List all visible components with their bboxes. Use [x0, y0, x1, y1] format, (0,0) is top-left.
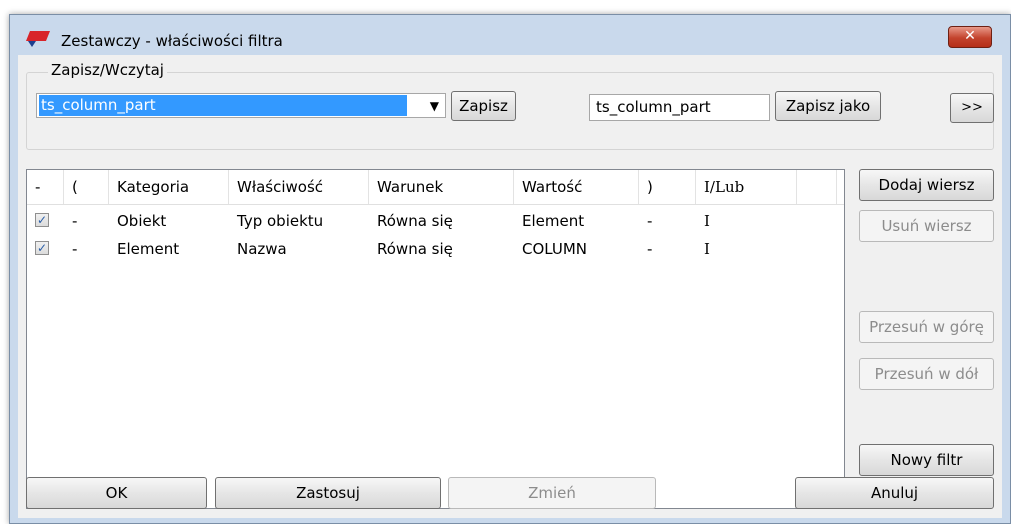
close-button[interactable]: ✕	[948, 26, 992, 48]
row-close-paren: -	[647, 212, 653, 230]
ok-button[interactable]: OK	[26, 477, 207, 509]
column-header[interactable]: (	[64, 170, 109, 204]
filter-rows-table[interactable]: - ( Kategoria Właściwość Warunek Wartość…	[26, 169, 845, 509]
column-header[interactable]: -	[27, 170, 64, 204]
row-logic: I	[704, 240, 710, 258]
table-header: - ( Kategoria Właściwość Warunek Wartość…	[27, 170, 844, 205]
add-row-button[interactable]: Dodaj wiersz	[859, 169, 994, 201]
move-down-button[interactable]: Przesuń w dół	[859, 358, 994, 390]
window-title: Zestawczy - właściwości filtra	[61, 32, 283, 50]
row-close-paren: -	[647, 240, 653, 258]
column-header[interactable]: Właściwość	[229, 170, 369, 204]
column-header[interactable]: )	[639, 170, 696, 204]
move-up-button[interactable]: Przesuń w górę	[859, 311, 994, 343]
save-as-button[interactable]: Zapisz jako	[775, 91, 881, 121]
row-condition: Równa się	[377, 240, 453, 258]
table-row[interactable]: ✓ - Obiekt Typ obiektu Równa się Element…	[27, 207, 844, 235]
apply-button[interactable]: Zastosuj	[215, 477, 441, 509]
row-condition: Równa się	[377, 212, 453, 230]
row-checkbox[interactable]: ✓	[35, 213, 49, 227]
row-property: Typ obiektu	[237, 212, 324, 230]
app-icon	[26, 31, 50, 47]
row-logic: I	[704, 212, 710, 230]
filter-select[interactable]: ts_column_part ▼	[36, 93, 446, 118]
remove-row-button[interactable]: Usuń wiersz	[859, 210, 994, 242]
title-bar[interactable]: Zestawczy - właściwości filtra ✕	[10, 15, 1010, 55]
column-header[interactable]: Kategoria	[109, 170, 229, 204]
save-button[interactable]: Zapisz	[451, 91, 516, 121]
row-value: Element	[522, 212, 585, 230]
expand-button[interactable]: >>	[950, 93, 994, 123]
row-open-paren: -	[72, 212, 78, 230]
filter-name-input[interactable]: ts_column_part	[589, 94, 770, 121]
modify-button[interactable]: Zmień	[448, 477, 656, 509]
save-load-legend-label: Zapisz/Wczytaj	[48, 61, 167, 79]
column-header-blank	[797, 170, 837, 204]
filter-properties-dialog: Zestawczy - właściwości filtra ✕ Zapisz/…	[9, 14, 1011, 524]
row-property: Nazwa	[237, 240, 287, 258]
column-header[interactable]: I/Lub	[696, 170, 797, 204]
table-row[interactable]: ✓ - Element Nazwa Równa się COLUMN - I	[27, 235, 844, 263]
row-category: Obiekt	[117, 212, 167, 230]
row-open-paren: -	[72, 240, 78, 258]
dialog-body: Zapisz/Wczytaj ts_column_part ▼ Zapisz t…	[18, 55, 1002, 518]
row-value: COLUMN	[522, 240, 588, 258]
dropdown-arrow-icon[interactable]: ▼	[430, 94, 439, 118]
column-header[interactable]: Warunek	[369, 170, 514, 204]
new-filter-button[interactable]: Nowy filtr	[859, 444, 994, 476]
row-checkbox[interactable]: ✓	[35, 241, 49, 255]
filter-select-value: ts_column_part	[39, 95, 407, 116]
column-header[interactable]: Wartość	[514, 170, 639, 204]
row-category: Element	[117, 240, 180, 258]
cancel-button[interactable]: Anuluj	[795, 477, 994, 509]
